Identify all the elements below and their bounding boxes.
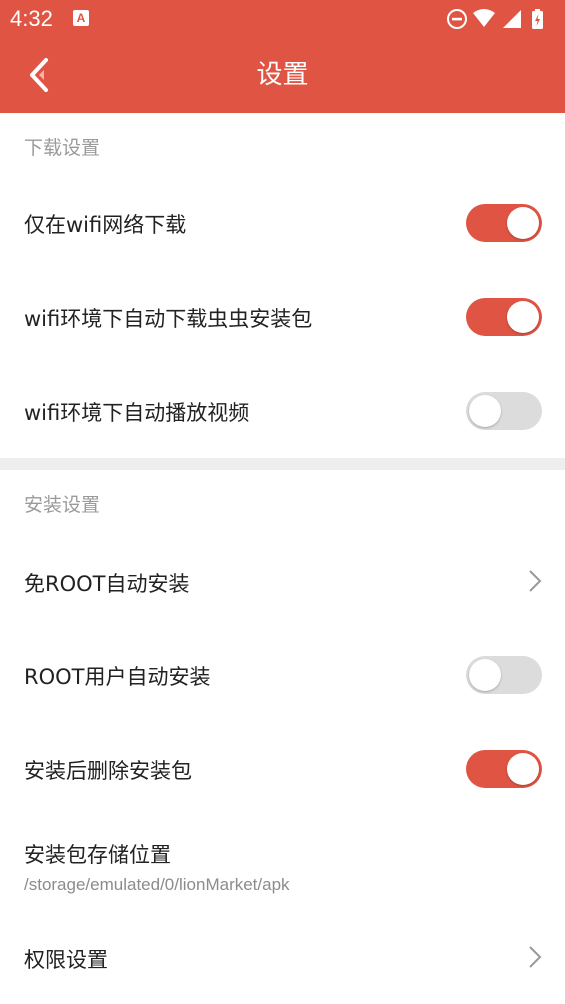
- section-header-download: 下载设置: [24, 137, 101, 159]
- status-bar: 4:32 A: [0, 0, 565, 38]
- setting-label: wifi环境下自动播放视频: [24, 401, 250, 425]
- battery-icon: [532, 9, 543, 29]
- wifi-icon: [473, 9, 495, 27]
- app-notification-letter: A: [76, 11, 86, 25]
- back-chevron-icon: [30, 58, 48, 92]
- toggle-knob: [507, 753, 539, 785]
- status-icons: [447, 7, 557, 31]
- toggle-switch[interactable]: [466, 204, 542, 242]
- chevron-right-icon: [529, 570, 542, 592]
- setting-label: wifi环境下自动下载虫虫安装包: [24, 307, 313, 331]
- section-divider: [0, 458, 565, 470]
- setting-label: 安装后删除安装包: [24, 759, 192, 783]
- back-button[interactable]: [22, 56, 62, 96]
- setting-label: 权限设置: [24, 948, 108, 972]
- cell-signal-icon: [503, 10, 521, 28]
- toggle-knob: [507, 207, 539, 239]
- toggle-knob: [469, 659, 501, 691]
- toggle-switch[interactable]: [466, 656, 542, 694]
- toggle-switch[interactable]: [466, 750, 542, 788]
- section-header-install: 安装设置: [24, 494, 101, 516]
- toggle-switch[interactable]: [466, 298, 542, 336]
- app-notification-icon: A: [73, 10, 89, 26]
- setting-label: 仅在wifi网络下载: [24, 213, 187, 237]
- setting-label: 安装包存储位置: [24, 843, 171, 867]
- toggle-knob: [507, 301, 539, 333]
- setting-label: 免ROOT自动安装: [24, 572, 190, 596]
- storage-path: /storage/emulated/0/lionMarket/apk: [24, 875, 290, 894]
- page-title: 设置: [256, 60, 309, 90]
- toggle-switch[interactable]: [466, 392, 542, 430]
- status-time: 4:32: [10, 6, 53, 31]
- chevron-right-icon: [529, 946, 542, 968]
- app-bar: 设置: [0, 38, 565, 113]
- do-not-disturb-icon: [447, 9, 467, 29]
- setting-label: ROOT用户自动安装: [24, 665, 211, 689]
- toggle-knob: [469, 395, 501, 427]
